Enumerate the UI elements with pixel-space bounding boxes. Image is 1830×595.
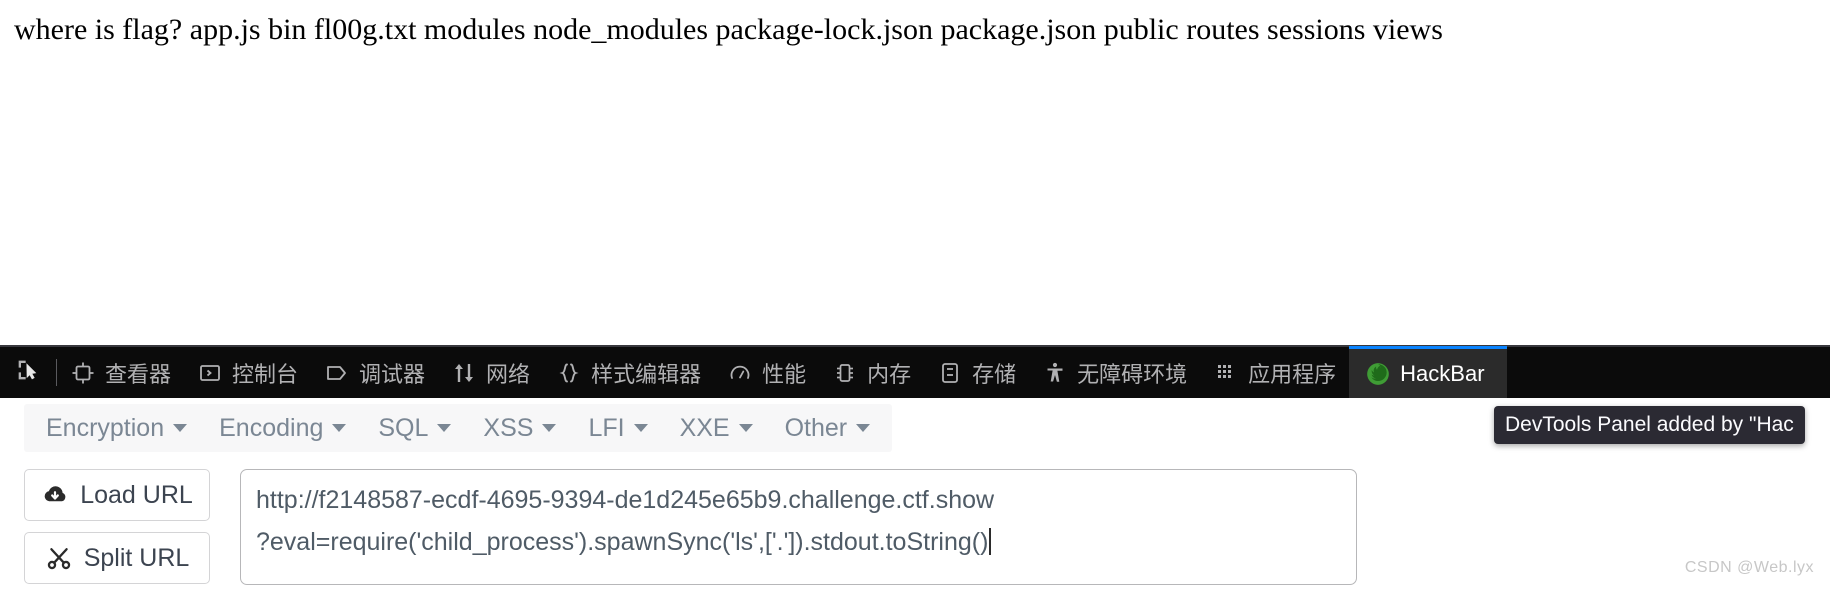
menu-label: XXE xyxy=(679,413,730,442)
split-url-button[interactable]: Split URL xyxy=(24,532,210,584)
menu-other[interactable]: Other xyxy=(769,414,887,443)
menu-lfi[interactable]: LFI xyxy=(572,414,663,443)
url-textarea[interactable]: http://f2148587-ecdf-4695-9394-de1d245e6… xyxy=(240,469,1357,585)
menu-xss[interactable]: XSS xyxy=(467,414,572,443)
tab-style-editor[interactable]: 样式编辑器 xyxy=(543,347,714,398)
accessibility-icon xyxy=(1042,360,1068,386)
tab-label: 存储 xyxy=(972,361,1017,387)
tab-label: HackBar xyxy=(1400,360,1485,386)
menu-label: XSS xyxy=(483,413,534,442)
tab-storage[interactable]: 存储 xyxy=(924,347,1029,398)
application-icon xyxy=(1213,360,1239,386)
devtools-panel-tooltip: DevTools Panel added by "Hac xyxy=(1494,406,1805,444)
hackbar-action-buttons: Load URL Split URL xyxy=(24,469,210,595)
tab-console[interactable]: 控制台 xyxy=(184,347,311,398)
hackbar-firefox-icon xyxy=(1365,361,1391,387)
performance-icon xyxy=(727,360,753,386)
tab-label: 控制台 xyxy=(232,361,299,387)
url-textarea-content: http://f2148587-ecdf-4695-9394-de1d245e6… xyxy=(256,479,994,563)
tab-label: 性能 xyxy=(762,361,807,387)
tab-performance[interactable]: 性能 xyxy=(714,347,819,398)
url-line-1: http://f2148587-ecdf-4695-9394-de1d245e6… xyxy=(256,486,995,514)
button-label: Split URL xyxy=(83,543,190,572)
inspector-icon xyxy=(70,360,96,386)
watermark: CSDN @Web.lyx xyxy=(1684,559,1814,576)
tab-hackbar[interactable]: HackBar xyxy=(1349,346,1507,398)
text-cursor xyxy=(989,528,992,555)
button-label: Load URL xyxy=(80,480,193,509)
chevron-down-icon xyxy=(173,424,188,432)
cloud-download-icon xyxy=(41,481,69,509)
menu-xxe[interactable]: XXE xyxy=(664,414,769,443)
tab-application[interactable]: 应用程序 xyxy=(1200,347,1349,398)
devtools-tabbar: 查看器 控制台 调试器 网络 样式编辑器 性能 内存 存储 无障碍环境 应用程序… xyxy=(0,346,1830,398)
tab-label: 查看器 xyxy=(105,361,172,387)
page-output-text: where is flag? app.js bin fl00g.txt modu… xyxy=(14,13,1443,46)
menu-label: Encryption xyxy=(46,413,165,442)
chevron-down-icon xyxy=(633,424,648,432)
menu-encryption[interactable]: Encryption xyxy=(30,414,203,443)
tab-label: 调试器 xyxy=(359,361,426,387)
debugger-icon xyxy=(324,360,350,386)
tab-network[interactable]: 网络 xyxy=(438,347,543,398)
tab-label: 网络 xyxy=(486,361,531,387)
tab-label: 内存 xyxy=(867,361,912,387)
chevron-down-icon xyxy=(738,424,753,432)
url-line-2: ?eval=require('child_process').spawnSync… xyxy=(256,528,989,556)
console-icon xyxy=(197,360,223,386)
menu-label: Other xyxy=(784,413,848,442)
tab-memory[interactable]: 内存 xyxy=(819,347,924,398)
storage-icon xyxy=(937,360,963,386)
memory-icon xyxy=(832,360,858,386)
scissors-icon xyxy=(45,544,73,572)
tab-inspector[interactable]: 查看器 xyxy=(57,347,184,398)
chevron-down-icon xyxy=(437,424,452,432)
tab-label: 无障碍环境 xyxy=(1077,361,1188,387)
browser-page-content: where is flag? app.js bin fl00g.txt modu… xyxy=(0,0,1830,345)
load-url-button[interactable]: Load URL xyxy=(24,469,210,521)
element-picker-button[interactable] xyxy=(0,347,56,398)
menu-label: Encoding xyxy=(219,413,324,442)
chevron-down-icon xyxy=(332,424,347,432)
chevron-down-icon xyxy=(856,424,871,432)
menu-encoding[interactable]: Encoding xyxy=(203,414,362,443)
menu-label: LFI xyxy=(588,413,625,442)
chevron-down-icon xyxy=(542,424,557,432)
tab-accessibility[interactable]: 无障碍环境 xyxy=(1029,347,1200,398)
tab-label: 样式编辑器 xyxy=(591,361,702,387)
hackbar-menubar: Encryption Encoding SQL XSS LFI XXE Othe… xyxy=(24,404,893,452)
tab-debugger[interactable]: 调试器 xyxy=(311,347,438,398)
network-icon xyxy=(451,360,477,386)
element-picker-icon xyxy=(14,356,42,389)
menu-sql[interactable]: SQL xyxy=(362,414,467,443)
style-editor-icon xyxy=(556,360,582,386)
tab-label: 应用程序 xyxy=(1248,361,1337,387)
menu-label: SQL xyxy=(378,413,429,442)
